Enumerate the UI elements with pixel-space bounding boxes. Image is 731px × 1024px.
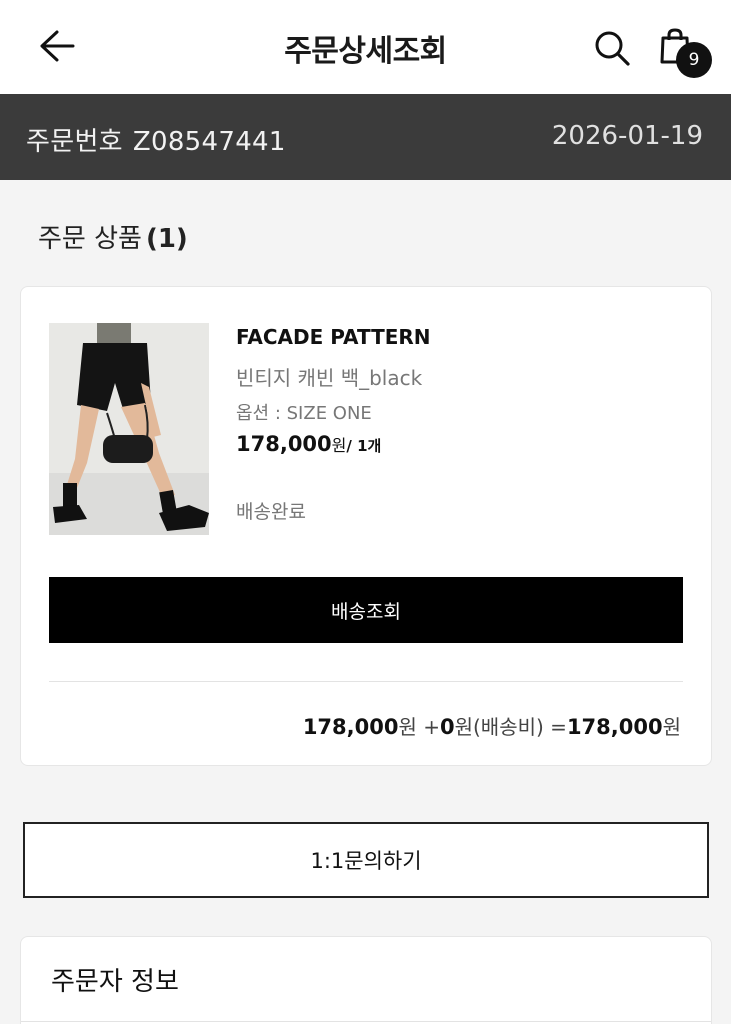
product-quantity: / 1개 (346, 437, 382, 455)
product-price: 178,000원/ 1개 (236, 432, 381, 456)
product-photo-illustration (49, 323, 209, 535)
shipping-label: 원(배송비) = (454, 715, 567, 739)
product-name[interactable]: 빈티지 캐빈 백_black (236, 362, 422, 391)
search-icon (595, 31, 630, 66)
orderer-info-title: 주문자 정보 (51, 967, 179, 997)
grand-total: 178,000 (566, 715, 663, 739)
delivery-status: 배송완료 (236, 501, 306, 523)
order-number: 주문번호 Z08547441 (26, 121, 286, 158)
order-info-bar: 주문번호 Z08547441 2026-01-19 (0, 94, 731, 180)
order-date: 2026-01-19 (551, 121, 703, 151)
section-item-count: (1) (145, 224, 188, 254)
orderer-info-card: 주문자 정보 (20, 936, 712, 1024)
product-amount: 178,000 (302, 715, 399, 739)
track-shipment-button[interactable]: 배송조회 (49, 577, 683, 643)
cart-count-badge: 9 (676, 42, 712, 78)
product-amount-unit: 원 + (398, 715, 440, 739)
product-option: 옵션 : SIZE ONE (236, 403, 372, 424)
product-image[interactable] (49, 323, 209, 535)
search-button[interactable] (590, 26, 634, 70)
shipping-amount: 0 (439, 715, 455, 739)
product-price-unit: 원 (331, 436, 347, 455)
card-divider (49, 681, 683, 682)
section-title-label: 주문 상품 (38, 224, 142, 254)
order-number-label: 주문번호 (26, 127, 123, 157)
one-to-one-inquiry-button[interactable]: 1:1문의하기 (23, 822, 709, 898)
orderer-divider (21, 1021, 711, 1022)
product-price-value: 178,000 (236, 432, 332, 456)
product-card: FACADE PATTERN 빈티지 캐빈 백_black 옵션 : SIZE … (20, 286, 712, 766)
top-header: 주문상세조회 9 (0, 0, 731, 94)
grand-total-unit: 원 (662, 715, 681, 739)
cart-button[interactable]: 9 (654, 24, 714, 80)
order-number-value: Z08547441 (132, 127, 286, 157)
product-brand[interactable]: FACADE PATTERN (236, 325, 431, 349)
order-total-summary: 178,000원 +0원(배송비) =178,000원 (303, 711, 681, 740)
ordered-items-title: 주문 상품 (1) (38, 218, 188, 255)
